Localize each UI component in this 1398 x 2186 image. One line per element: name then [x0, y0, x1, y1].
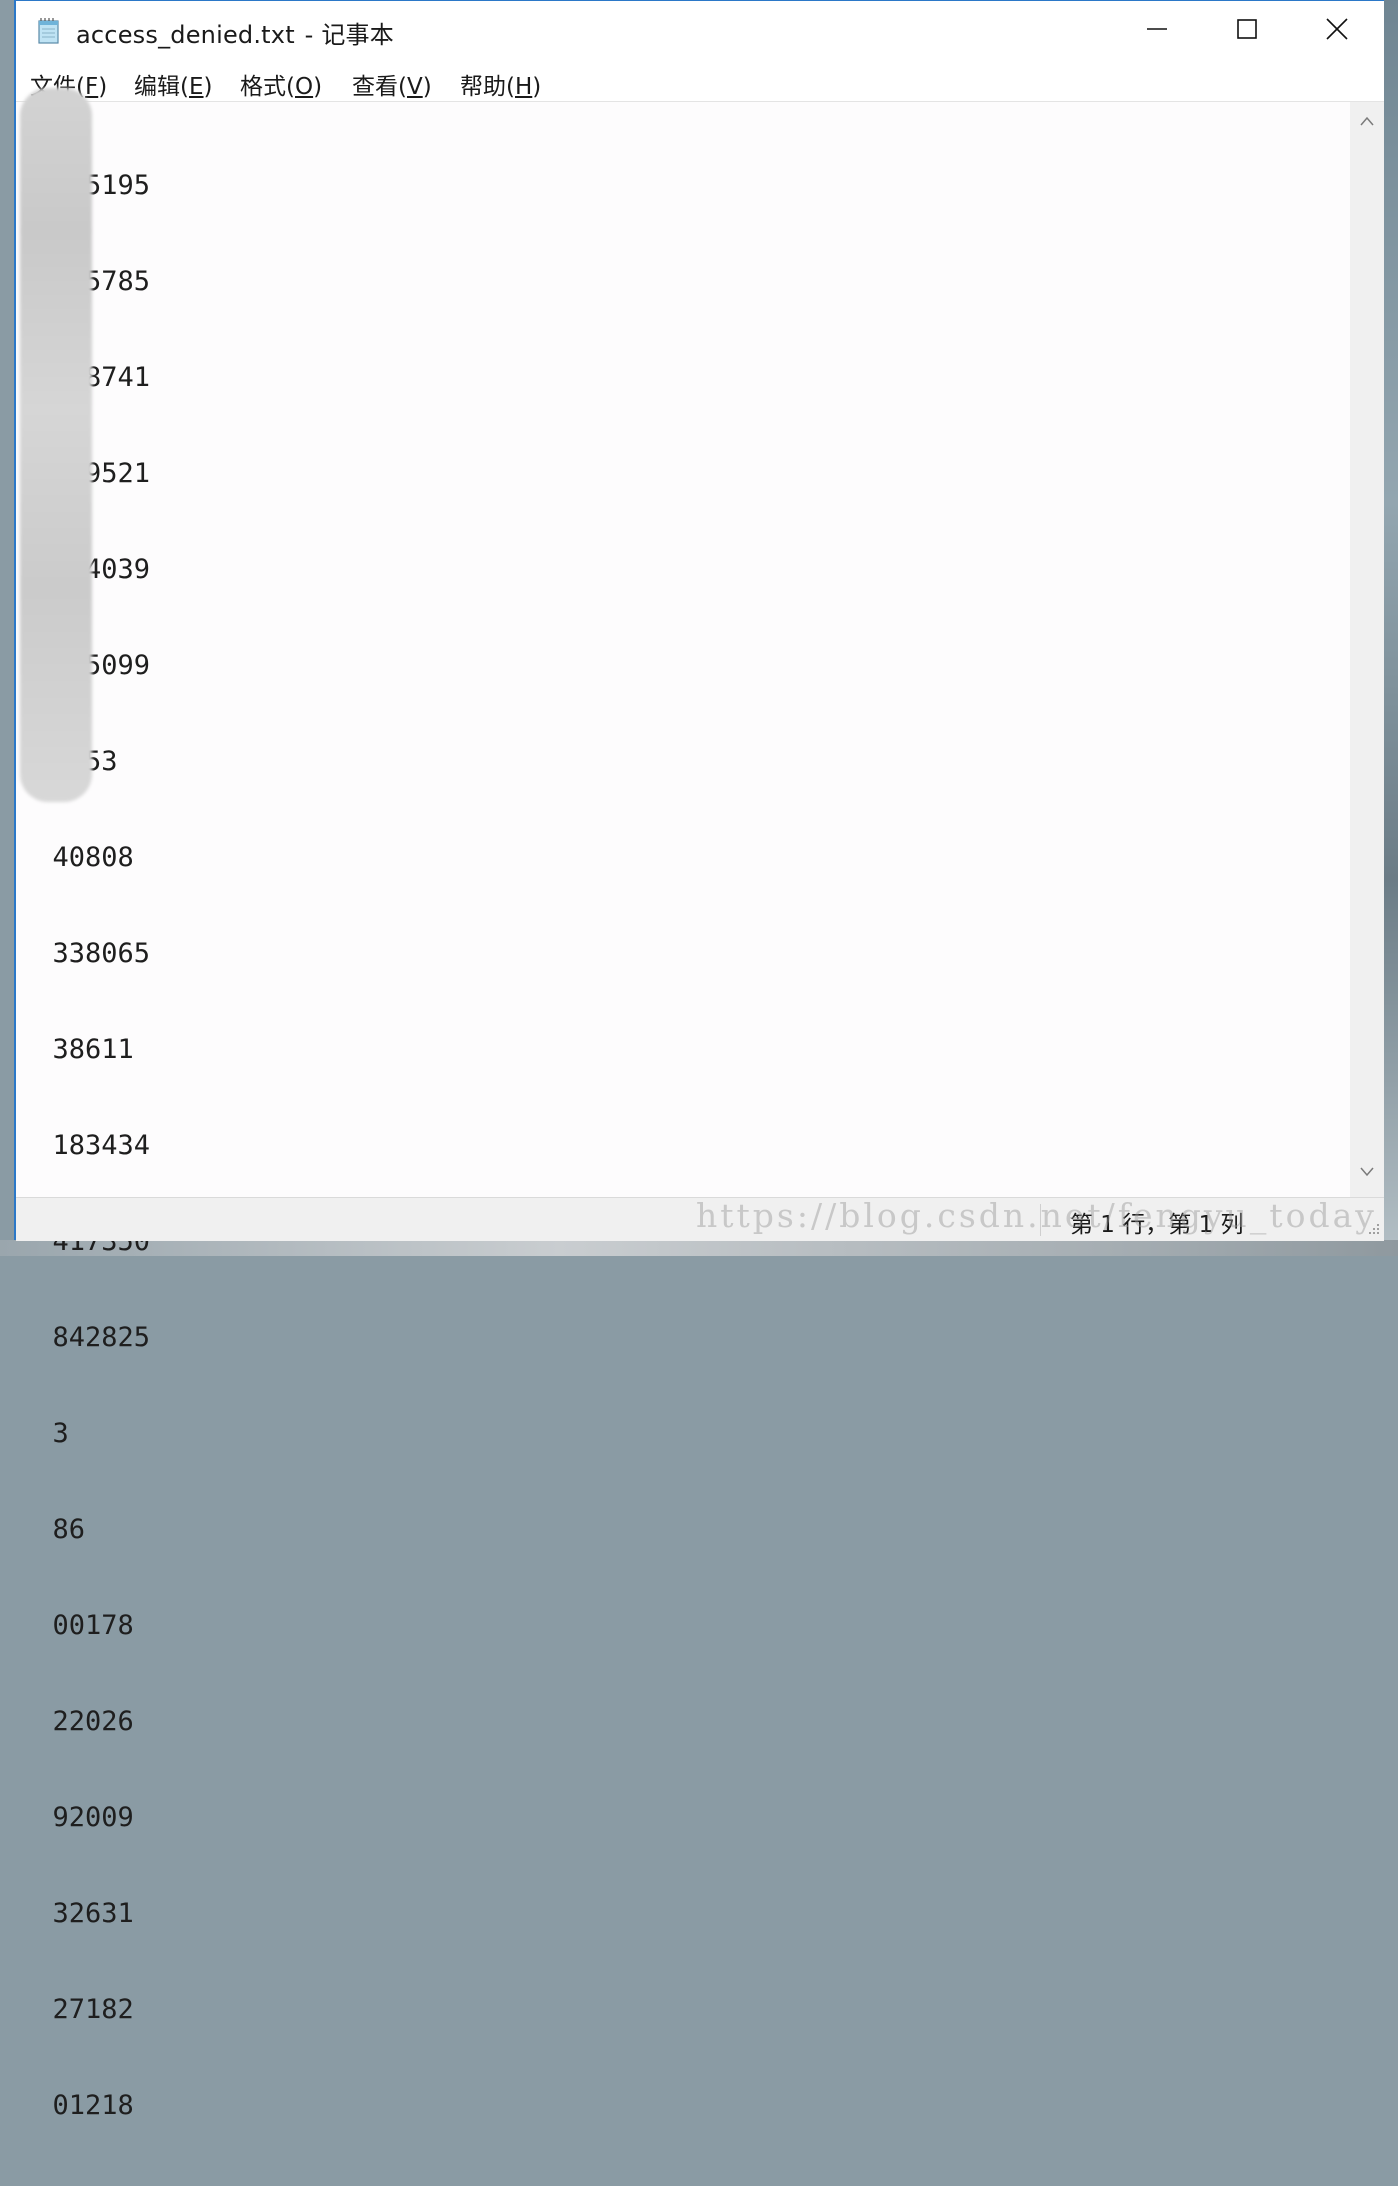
menu-bar: 文件(F) 编辑(E) 格式(O) 查看(V) 帮助(H) [16, 61, 1384, 101]
menu-edit[interactable]: 编辑(E) [134, 67, 213, 101]
resize-grip-icon[interactable] [1362, 1219, 1382, 1239]
notepad-icon[interactable] [36, 17, 62, 45]
menu-format[interactable]: 格式(O) [240, 67, 322, 101]
window-title: access_denied.txt - 记事本 [76, 15, 394, 50]
menu-edit-accelerator: E [188, 74, 204, 100]
notepad-window: access_denied.txt - 记事本 文件(F) 编辑(E) 格式(O… [14, 0, 1384, 2121]
close-icon [1325, 17, 1349, 45]
maximize-button[interactable] [1202, 1, 1292, 61]
minimize-button[interactable] [1112, 1, 1202, 61]
text-line: 3 [52, 1418, 69, 1449]
menu-help-label: 帮助 [460, 74, 506, 100]
text-line: 86 [52, 1514, 86, 1545]
vertical-scrollbar[interactable] [1350, 101, 1384, 1197]
menu-view-label: 查看 [352, 74, 398, 100]
title-bar[interactable]: access_denied.txt - 记事本 [16, 1, 1384, 61]
menu-file-accelerator: F [84, 74, 99, 100]
text-line: 38611 [52, 1034, 134, 1065]
menu-view[interactable]: 查看(V) [352, 67, 432, 101]
menu-edit-label: 编辑 [134, 74, 180, 100]
menu-view-accelerator: V [406, 74, 423, 100]
text-editor[interactable]: 985195 085785 198741 179521 774039 03509… [16, 88, 1350, 2121]
chevron-down-icon [1359, 1163, 1375, 1187]
minimize-icon [1146, 18, 1168, 44]
chevron-up-icon [1359, 112, 1375, 136]
text-line: 01218 [52, 2090, 134, 2121]
text-line: 92009 [52, 1802, 134, 1833]
text-line: 338065 [52, 938, 151, 969]
scroll-down-button[interactable] [1350, 1163, 1384, 1187]
close-button[interactable] [1292, 1, 1382, 61]
cursor-position: 第 1 行，第 1 列 [1070, 1205, 1244, 1239]
text-line: 183434 [52, 1130, 151, 1161]
text-line: 32631 [52, 1898, 134, 1929]
app-name: - 记事本 [296, 21, 394, 49]
text-line: 22026 [52, 1706, 134, 1737]
status-divider [1040, 1204, 1041, 1236]
redaction-blur [20, 88, 92, 802]
status-bar: 第 1 行，第 1 列 [16, 1197, 1384, 1241]
menu-format-label: 格式 [240, 74, 286, 100]
scroll-up-button[interactable] [1350, 112, 1384, 136]
menu-help-accelerator: H [514, 74, 533, 100]
text-line: 40808 [52, 842, 134, 873]
desktop-taskbar-edge [0, 1240, 1398, 1256]
text-line: 27182 [52, 1994, 134, 2025]
text-line: 842825 [52, 1322, 151, 1353]
file-name: access_denied.txt [76, 21, 295, 49]
text-line: 00178 [52, 1610, 134, 1641]
desktop-background [1384, 0, 1398, 1256]
menu-format-accelerator: O [294, 74, 314, 100]
maximize-icon [1236, 18, 1258, 44]
menu-help[interactable]: 帮助(H) [460, 67, 541, 101]
